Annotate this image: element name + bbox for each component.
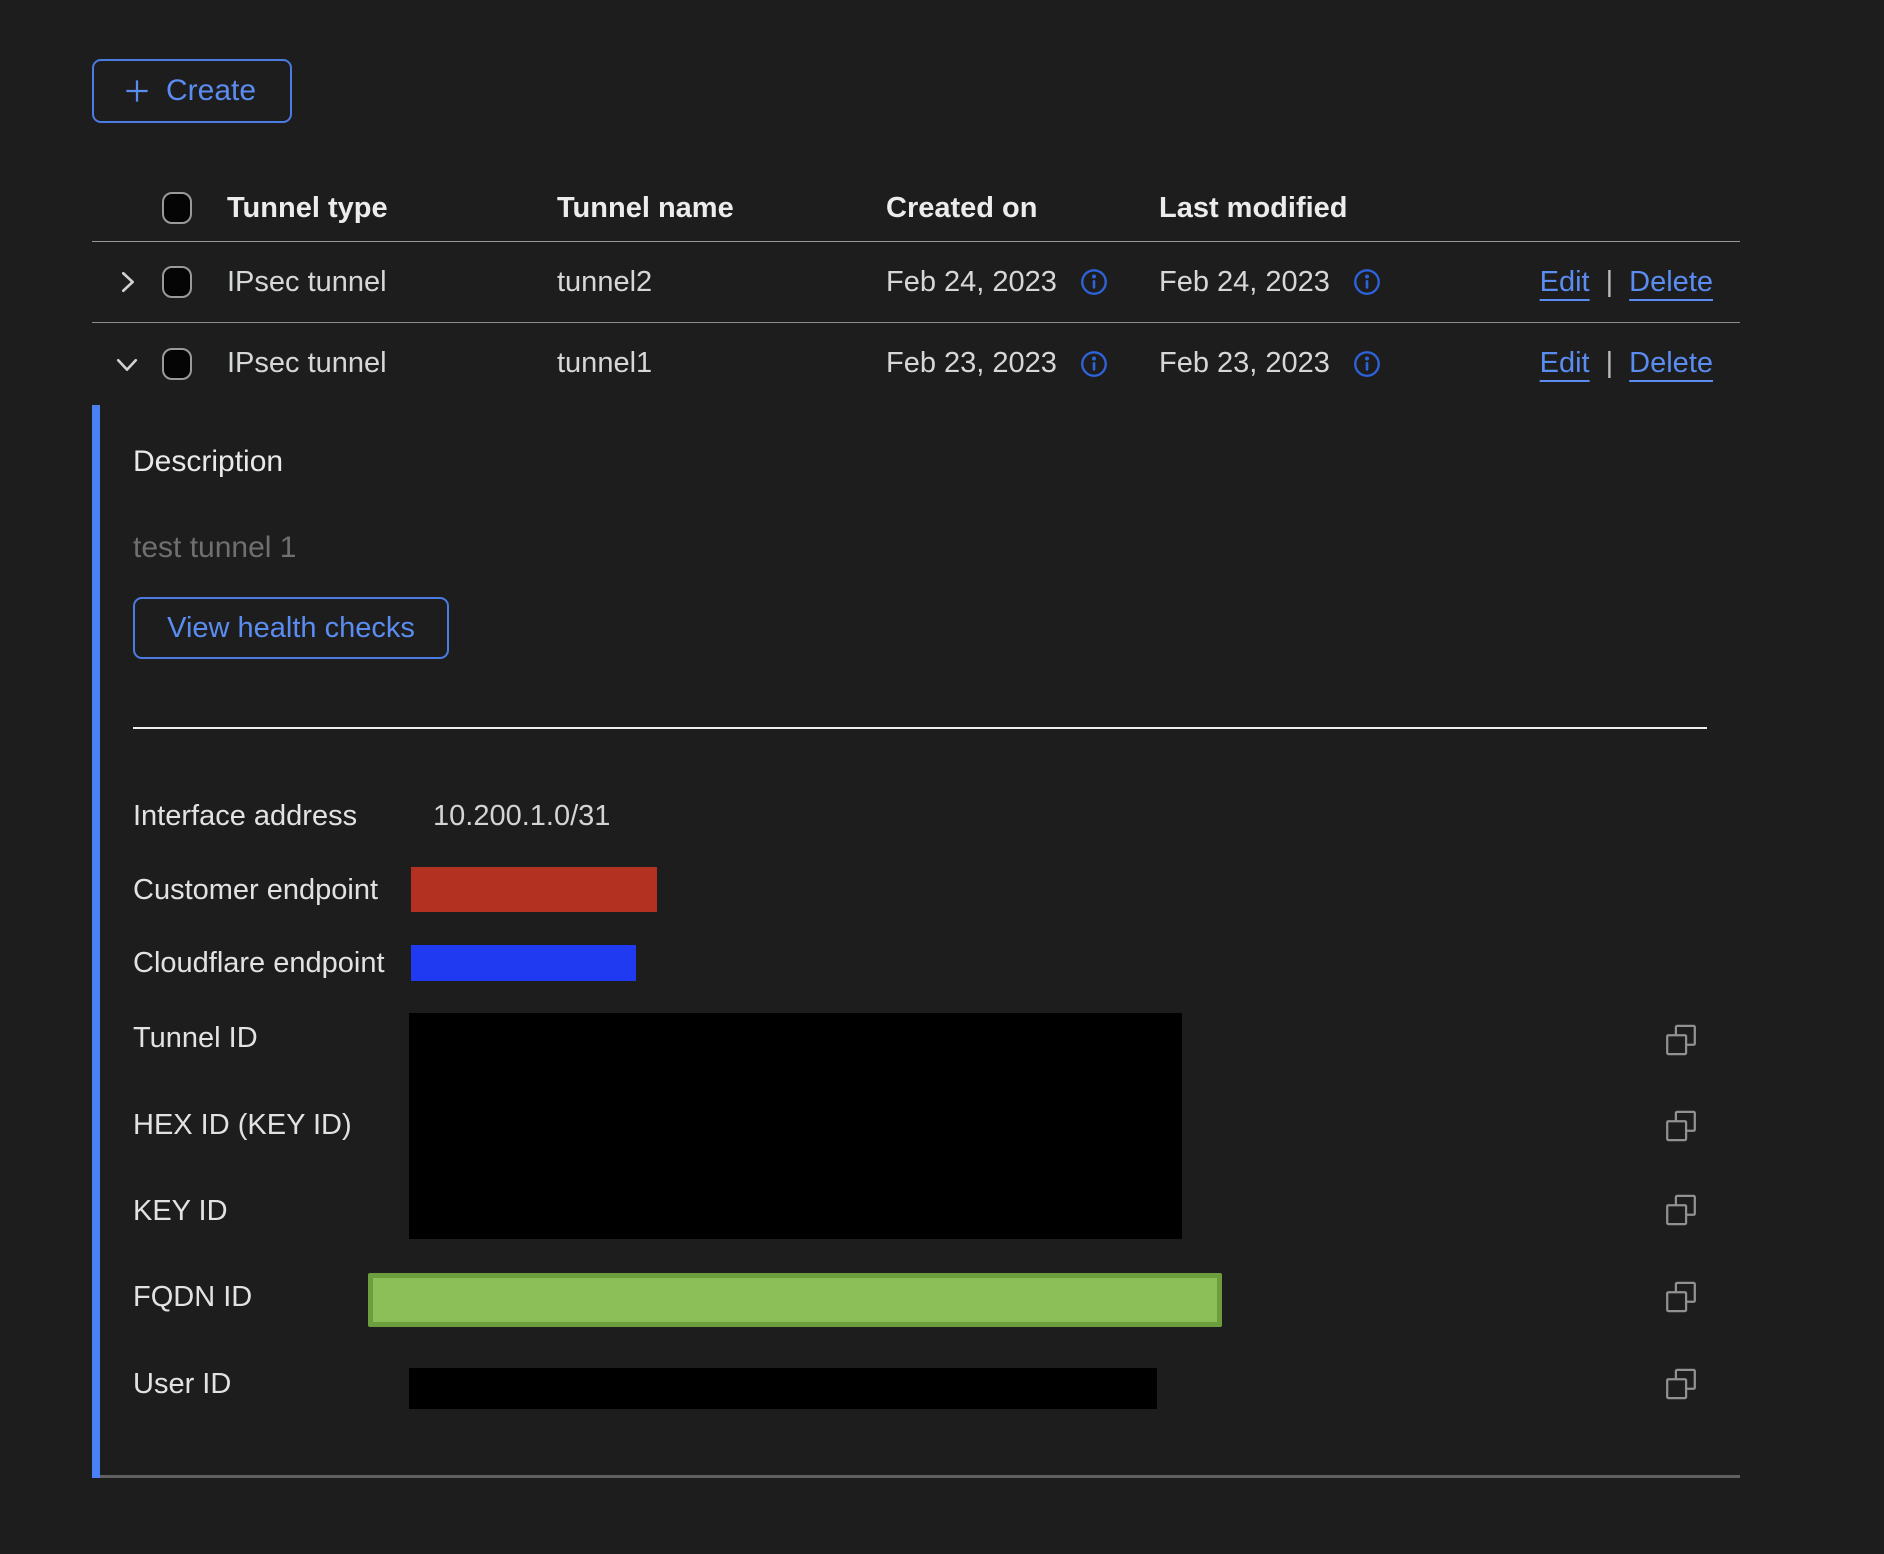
interface-address-label: Interface address (133, 799, 357, 833)
tunnel-row-tunnel1: IPsec tunnel tunnel1 Feb 23, 2023 Feb 23… (92, 323, 1740, 404)
info-icon[interactable] (1079, 349, 1109, 379)
details-divider (133, 727, 1707, 729)
copy-user-id-icon[interactable] (1663, 1366, 1699, 1402)
action-separator: | (1606, 266, 1614, 299)
last-modified-cell: Feb 23, 2023 (1159, 347, 1330, 380)
tunnels-page: Create Tunnel type Tunnel name Created o… (0, 0, 1884, 1554)
create-button-label: Create (166, 74, 256, 108)
chevron-right-icon[interactable] (112, 267, 142, 297)
view-health-checks-button[interactable]: View health checks (133, 597, 449, 659)
cloudflare-endpoint-label: Cloudflare endpoint (133, 946, 385, 980)
copy-fqdn-id-icon[interactable] (1663, 1279, 1699, 1315)
description-value: test tunnel 1 (133, 531, 296, 565)
description-label: Description (133, 445, 283, 479)
created-on-cell: Feb 23, 2023 (886, 347, 1057, 380)
created-on-cell: Feb 24, 2023 (886, 266, 1057, 299)
info-icon[interactable] (1352, 267, 1382, 297)
user-id-redaction (409, 1368, 1157, 1409)
user-id-label: User ID (133, 1367, 231, 1401)
select-all-checkbox[interactable] (162, 192, 192, 224)
chevron-down-icon[interactable] (112, 349, 142, 379)
key-id-label: KEY ID (133, 1194, 228, 1228)
tunnel-name-cell: tunnel2 (557, 266, 886, 299)
header-tunnel-name: Tunnel name (557, 192, 886, 225)
header-last-modified: Last modified (1159, 192, 1540, 225)
last-modified-cell: Feb 24, 2023 (1159, 266, 1330, 299)
header-created-on: Created on (886, 192, 1159, 225)
cloudflare-endpoint-redaction (411, 945, 636, 981)
ids-redaction (409, 1013, 1182, 1239)
tunnel-details-panel: Description test tunnel 1 View health ch… (92, 405, 1740, 1478)
action-separator: | (1606, 347, 1614, 380)
delete-link[interactable]: Delete (1629, 266, 1713, 299)
fqdn-id-label: FQDN ID (133, 1280, 252, 1314)
interface-address-value: 10.200.1.0/31 (433, 799, 610, 833)
fqdn-id-redaction (368, 1273, 1222, 1327)
tunnel-row-tunnel2: IPsec tunnel tunnel2 Feb 24, 2023 Feb 24… (92, 242, 1740, 323)
tunnel-name-cell: tunnel1 (557, 347, 886, 380)
expanded-accent-bar (92, 405, 100, 1478)
row-checkbox[interactable] (162, 266, 192, 298)
customer-endpoint-label: Customer endpoint (133, 873, 378, 907)
copy-tunnel-id-icon[interactable] (1663, 1022, 1699, 1058)
tunnel-type-cell: IPsec tunnel (227, 347, 557, 380)
delete-link[interactable]: Delete (1629, 347, 1713, 380)
copy-hex-id-icon[interactable] (1663, 1108, 1699, 1144)
copy-key-id-icon[interactable] (1663, 1192, 1699, 1228)
plus-icon (122, 76, 152, 106)
info-icon[interactable] (1079, 267, 1109, 297)
tunnel-id-label: Tunnel ID (133, 1021, 258, 1055)
tunnels-table: Tunnel type Tunnel name Created on Last … (92, 175, 1740, 404)
hex-id-label: HEX ID (KEY ID) (133, 1108, 352, 1142)
row-checkbox[interactable] (162, 348, 192, 380)
edit-link[interactable]: Edit (1540, 266, 1590, 299)
table-header-row: Tunnel type Tunnel name Created on Last … (92, 175, 1740, 242)
tunnel-type-cell: IPsec tunnel (227, 266, 557, 299)
create-tunnel-button[interactable]: Create (92, 59, 292, 123)
info-icon[interactable] (1352, 349, 1382, 379)
customer-endpoint-redaction (411, 867, 657, 912)
edit-link[interactable]: Edit (1540, 347, 1590, 380)
header-tunnel-type: Tunnel type (227, 192, 557, 225)
